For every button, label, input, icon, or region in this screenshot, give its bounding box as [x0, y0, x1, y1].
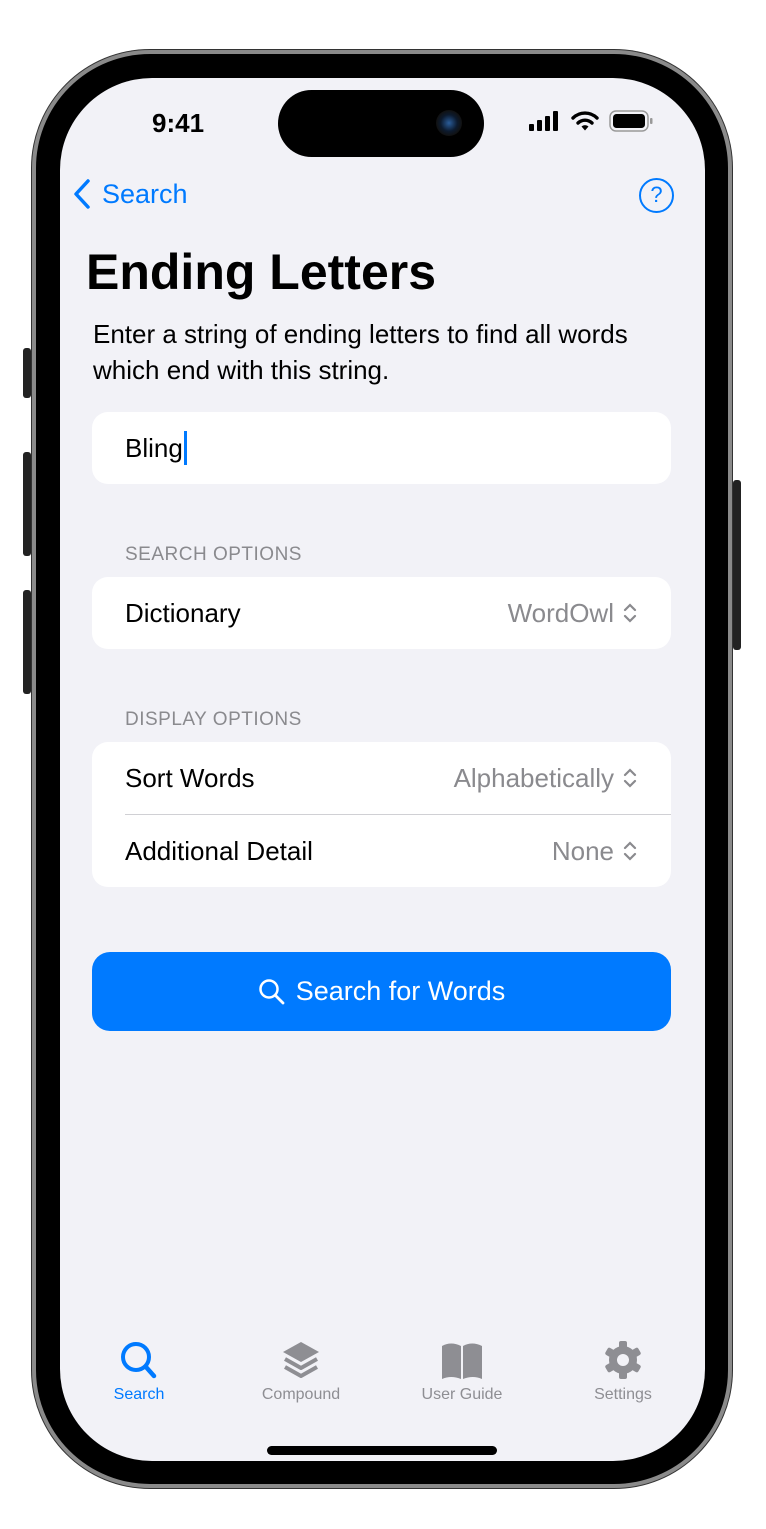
power-button: [733, 480, 741, 650]
additional-detail-picker[interactable]: Additional Detail None: [92, 815, 671, 887]
wifi-icon: [571, 111, 599, 131]
volume-up-button: [23, 452, 31, 556]
search-icon: [121, 1342, 157, 1379]
chevron-up-down-icon: [623, 603, 637, 623]
layers-icon: [283, 1342, 319, 1378]
status-time: 9:41: [152, 108, 205, 138]
tab-user-guide[interactable]: User Guide: [402, 1340, 522, 1404]
search-button-label: Search for Words: [295, 976, 506, 1006]
dictionary-label: Dictionary: [125, 597, 241, 628]
back-button[interactable]: Search: [72, 178, 188, 210]
page-description: Enter a string of ending letters to find…: [93, 319, 628, 385]
action-button: [23, 348, 31, 398]
dictionary-value: WordOwl: [507, 597, 614, 628]
back-label: Search: [102, 178, 188, 209]
detail-value: None: [551, 835, 614, 866]
tab-compound[interactable]: Compound: [241, 1340, 361, 1404]
signal-icon: [529, 111, 558, 131]
detail-label: Additional Detail: [125, 835, 313, 866]
home-indicator[interactable]: [267, 1446, 497, 1455]
text-caret: [183, 431, 187, 465]
screen: 9:41 Search ? Ending Letters Enter a str…: [60, 78, 705, 1461]
tab-settings[interactable]: Settings: [563, 1340, 683, 1404]
help-button[interactable]: ?: [639, 178, 674, 213]
tab-label: Settings: [594, 1386, 652, 1403]
chevron-left-icon: [74, 179, 90, 209]
question-circle-icon: ?: [650, 182, 663, 207]
input-value: Bling: [125, 432, 183, 463]
gear-icon: [605, 1341, 641, 1379]
sort-words-picker[interactable]: Sort Words Alphabetically: [92, 742, 671, 814]
sort-label: Sort Words: [125, 762, 255, 793]
display-options-group: Sort Words Alphabetically Additional Deta…: [92, 742, 671, 887]
tab-label: Search: [113, 1386, 165, 1403]
search-for-words-button[interactable]: Search for Words: [92, 952, 671, 1031]
chevron-up-down-icon: [623, 841, 637, 861]
camera-icon: [436, 110, 462, 136]
tab-search[interactable]: Search: [79, 1340, 199, 1404]
battery-icon: [609, 110, 653, 132]
book-icon: [442, 1343, 482, 1379]
search-options-group: Dictionary WordOwl: [92, 577, 671, 649]
display-options-header: DISPLAY OPTIONS: [125, 709, 302, 730]
sort-value: Alphabetically: [453, 762, 614, 793]
dictionary-picker[interactable]: Dictionary WordOwl: [92, 577, 671, 649]
status-icons: [529, 110, 653, 132]
tab-label: User Guide: [421, 1386, 503, 1403]
volume-down-button: [23, 590, 31, 694]
dynamic-island: [278, 90, 484, 157]
chevron-up-down-icon: [623, 768, 637, 788]
tab-label: Compound: [261, 1386, 341, 1403]
search-options-header: SEARCH OPTIONS: [125, 544, 302, 565]
search-icon: [258, 978, 285, 1004]
ending-letters-input[interactable]: Bling: [92, 412, 671, 484]
page-title: Ending Letters: [86, 244, 437, 300]
